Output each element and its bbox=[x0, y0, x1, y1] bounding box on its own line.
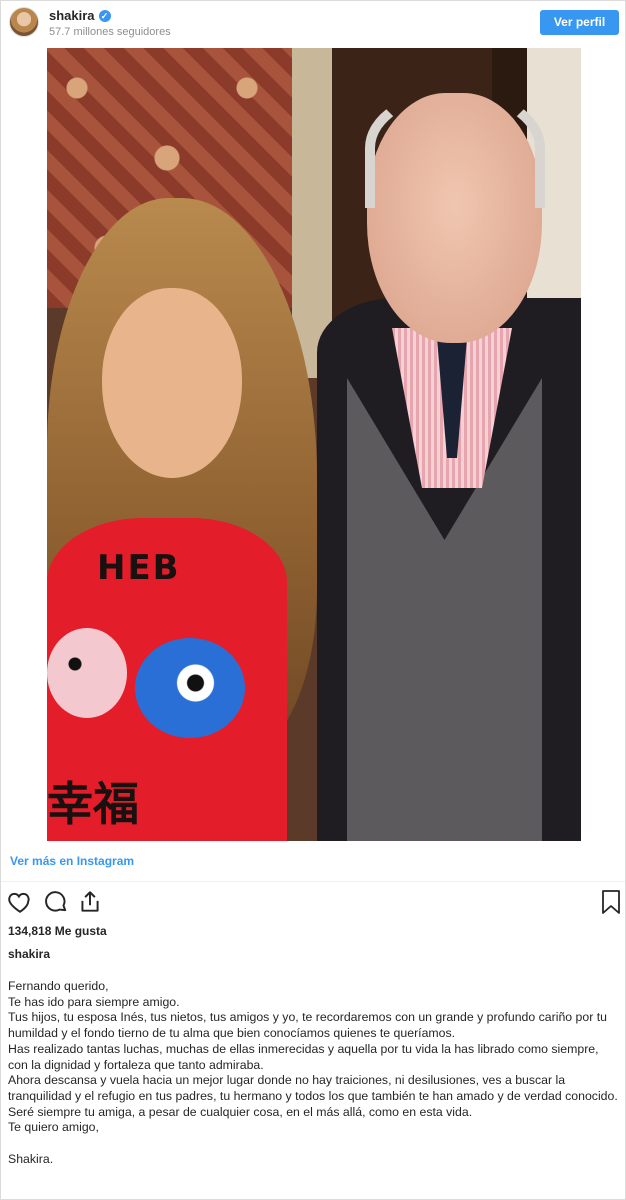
heart-icon[interactable] bbox=[7, 889, 33, 915]
caption-line: Te has ido para siempre amigo. bbox=[8, 994, 180, 1009]
caption-line: Te quiero amigo, bbox=[8, 1120, 99, 1135]
username-text[interactable]: shakira bbox=[49, 8, 95, 23]
follower-count: 57.7 millones seguidores bbox=[49, 26, 171, 38]
caption-text: Fernando querido, Te has ido para siempr… bbox=[8, 979, 620, 1167]
username[interactable]: shakira ✓ bbox=[49, 8, 111, 23]
caption-line: Ahora descansa y vuela hacia un mejor lu… bbox=[8, 1073, 618, 1103]
shirt-text: HEB bbox=[97, 548, 181, 588]
instagram-embed: shakira ✓ 57.7 millones seguidores Ver pe… bbox=[0, 0, 626, 1200]
like-count[interactable]: 134,818 Me gusta bbox=[8, 924, 107, 938]
caption-username[interactable]: shakira bbox=[8, 947, 50, 961]
avatar[interactable] bbox=[9, 7, 39, 37]
caption-signoff: Shakira. bbox=[8, 1151, 54, 1166]
comment-icon[interactable] bbox=[43, 889, 69, 915]
caption-line: Fernando querido, bbox=[8, 979, 109, 993]
shirt-han-text: 幸福 bbox=[47, 777, 139, 831]
share-icon[interactable] bbox=[77, 889, 103, 915]
view-profile-button[interactable]: Ver perfil bbox=[540, 10, 619, 35]
view-more-instagram-link[interactable]: Ver más en Instagram bbox=[10, 854, 134, 868]
post-header: shakira ✓ 57.7 millones seguidores Ver pe… bbox=[1, 1, 625, 45]
caption-line: Seré siempre tu amiga, a pesar de cualqu… bbox=[8, 1104, 473, 1119]
caption-line: Tus hijos, tu esposa Inés, tus nietos, t… bbox=[8, 1010, 607, 1041]
caption-line: Has realizado tantas luchas, muchas de e… bbox=[8, 1041, 599, 1072]
bookmark-icon[interactable] bbox=[599, 889, 623, 915]
post-photo[interactable]: HEB 幸福 bbox=[47, 48, 581, 841]
divider bbox=[1, 881, 625, 882]
verified-check-icon: ✓ bbox=[98, 10, 111, 22]
